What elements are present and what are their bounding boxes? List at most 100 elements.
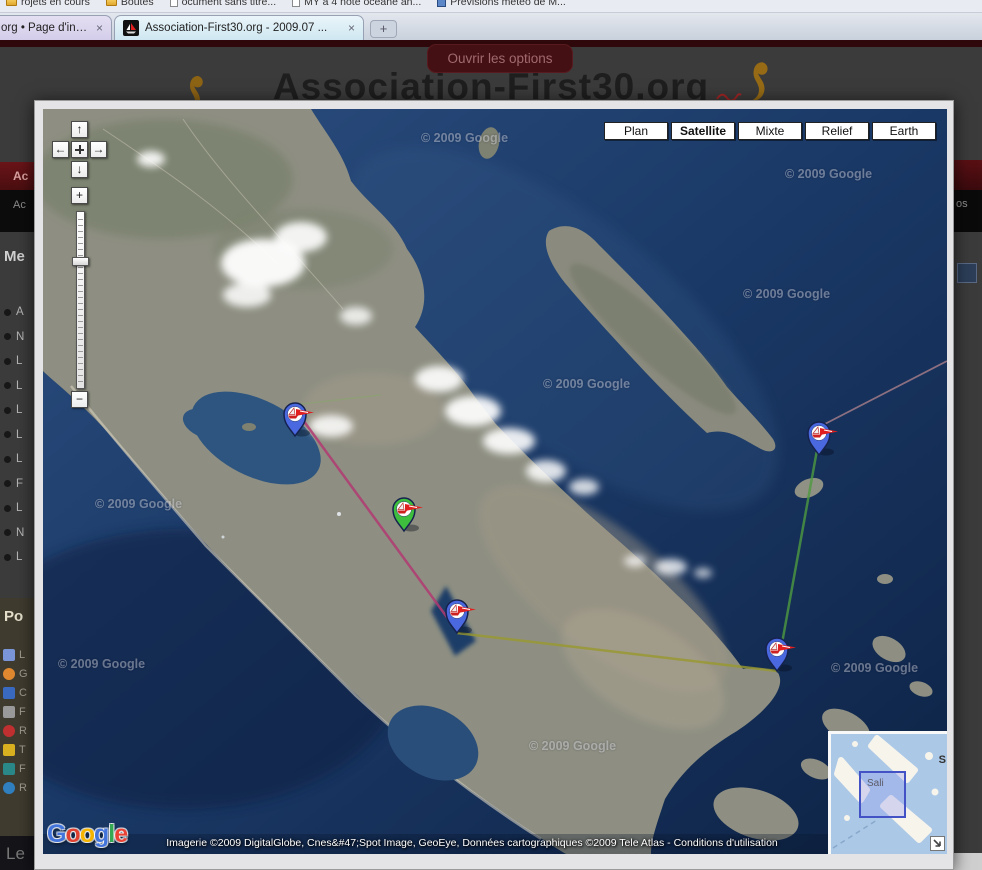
new-tab-button[interactable]: + xyxy=(370,20,397,38)
menu-item[interactable]: L xyxy=(4,349,24,374)
portal-item-label: R xyxy=(19,725,27,737)
bullet-icon xyxy=(4,505,11,512)
browser-tab[interactable]: org • Page d'ind... × xyxy=(0,15,112,40)
bullet-icon xyxy=(4,554,11,561)
tab-title: Association-First30.org - 2009.07 ... xyxy=(145,22,340,34)
books-icon xyxy=(3,763,15,775)
bookmarks-bar: rojets en cours Boutes ocument sans titre.… xyxy=(0,0,982,13)
menu-item[interactable]: N xyxy=(4,325,24,350)
sidebar-menu: ANLLLLLFLNL xyxy=(4,300,24,570)
tab-close-button[interactable]: × xyxy=(346,21,355,35)
portal-item[interactable]: F xyxy=(3,702,28,721)
tab-close-button[interactable]: × xyxy=(94,21,103,35)
folder-icon xyxy=(106,0,117,6)
zoom-in-button[interactable]: + xyxy=(71,187,88,204)
open-options-button[interactable]: Ouvrir les options xyxy=(427,44,573,73)
zoom-slider-handle[interactable] xyxy=(72,257,89,266)
bookmark-item[interactable]: Boutes xyxy=(106,0,154,8)
portal-list: LGCFRTFR xyxy=(3,645,28,797)
menu-item[interactable]: N xyxy=(4,521,24,546)
bullet-icon xyxy=(4,529,11,536)
bookmark-label: Prévisions météo de M... xyxy=(450,0,566,8)
bookmark-label: ocument sans titre... xyxy=(182,0,277,8)
left-nav-bar[interactable]: Ac xyxy=(0,162,34,190)
map-type-satellite[interactable]: Satellite xyxy=(671,122,735,140)
pan-left-button[interactable]: ← xyxy=(52,141,69,158)
map-type-plan[interactable]: Plan xyxy=(604,122,668,140)
pan-right-button[interactable]: → xyxy=(90,141,107,158)
bullet-icon xyxy=(4,431,11,438)
portal-item[interactable]: F xyxy=(3,759,28,778)
portal-item[interactable]: R xyxy=(3,778,28,797)
map-lightbox: © 2009 Google© 2009 Google© 2009 Google©… xyxy=(34,100,954,870)
picture-icon xyxy=(3,687,15,699)
menu-header: Me xyxy=(0,248,25,265)
sailboat-marker[interactable] xyxy=(393,498,423,532)
menu-item[interactable]: L xyxy=(4,374,24,399)
bookmark-item[interactable]: MY à 4 note océane an... xyxy=(292,0,421,8)
bullet-icon xyxy=(4,480,11,487)
terms-of-use-link[interactable]: Conditions d'utilisation xyxy=(674,837,778,849)
page-blue-icon xyxy=(437,0,446,7)
pan-up-button[interactable]: ↑ xyxy=(71,121,88,138)
menu-item-label: L xyxy=(16,551,22,563)
portal-item-label: F xyxy=(19,763,26,775)
route-line xyxy=(457,633,777,671)
attribution-text: Imagerie ©2009 DigitalGlobe, Cnes&#47;Sp… xyxy=(166,837,673,849)
menu-item-label: L xyxy=(16,404,22,416)
tab-title: org • Page d'ind... xyxy=(1,22,88,34)
wand-icon xyxy=(3,744,15,756)
users-icon xyxy=(3,649,15,661)
pan-home-button[interactable] xyxy=(71,141,88,158)
left-breadcrumb: Ac xyxy=(0,190,34,232)
camera-icon xyxy=(3,706,15,718)
zoom-out-button[interactable]: − xyxy=(71,391,88,408)
overview-minimap[interactable]: Sali S xyxy=(828,731,947,854)
menu-item[interactable]: F xyxy=(4,472,24,497)
portal-item[interactable]: T xyxy=(3,740,28,759)
pan-down-button[interactable]: ↓ xyxy=(71,161,88,178)
portal-item-label: T xyxy=(19,744,26,756)
portal-item[interactable]: G xyxy=(3,664,28,683)
bookmark-label: MY à 4 note océane an... xyxy=(304,0,421,8)
logo-letter: o xyxy=(65,820,79,848)
menu-item[interactable]: L xyxy=(4,423,24,448)
portal-item[interactable]: C xyxy=(3,683,28,702)
map-type-mixte[interactable]: Mixte xyxy=(738,122,802,140)
menu-item-label: L xyxy=(16,380,22,392)
portal-item[interactable]: L xyxy=(3,645,28,664)
logo-letter: G xyxy=(47,820,65,848)
menu-item[interactable]: L xyxy=(4,398,24,423)
sailboat-marker[interactable] xyxy=(446,600,476,634)
logo-letter: g xyxy=(94,820,108,848)
right-widget-fragment xyxy=(957,263,977,283)
bullet-icon xyxy=(4,407,11,414)
menu-item-label: L xyxy=(16,429,22,441)
sailboat-marker[interactable] xyxy=(766,638,796,672)
bookmark-item[interactable]: Prévisions météo de M... xyxy=(437,0,566,8)
map-type-relief[interactable]: Relief xyxy=(805,122,869,140)
palette-icon xyxy=(3,668,15,680)
menu-item[interactable]: A xyxy=(4,300,24,325)
route-line xyxy=(777,439,819,671)
sailboat-marker[interactable] xyxy=(808,422,838,456)
menu-item-label: L xyxy=(16,453,22,465)
map-canvas[interactable]: © 2009 Google© 2009 Google© 2009 Google©… xyxy=(43,109,947,854)
bullet-icon xyxy=(4,333,11,340)
sailboat-marker[interactable] xyxy=(284,403,314,437)
menu-item[interactable]: L xyxy=(4,496,24,521)
bookmark-item[interactable]: ocument sans titre... xyxy=(170,0,277,8)
menu-item-label: N xyxy=(16,527,24,539)
right-breadcrumb-fragment: os xyxy=(954,190,982,232)
google-logo: Google xyxy=(47,820,127,849)
browser-tab[interactable]: Association-First30.org - 2009.07 ... × xyxy=(114,15,364,40)
minimap-collapse-button[interactable] xyxy=(930,836,945,851)
menu-item[interactable]: L xyxy=(4,545,24,570)
portal-item[interactable]: R xyxy=(3,721,28,740)
portal-item-label: R xyxy=(19,782,27,794)
bookmark-item[interactable]: rojets en cours xyxy=(6,0,90,8)
map-type-earth[interactable]: Earth xyxy=(872,122,936,140)
menu-item[interactable]: L xyxy=(4,447,24,472)
zoom-slider-track[interactable] xyxy=(76,211,85,389)
bookmark-label: Boutes xyxy=(121,0,154,8)
